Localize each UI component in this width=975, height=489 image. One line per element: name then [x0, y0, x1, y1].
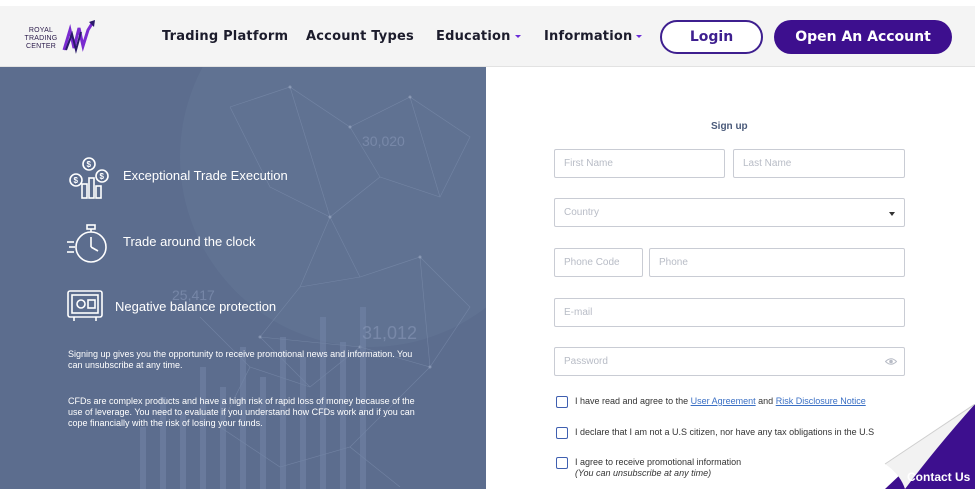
nav-trading-platform[interactable]: Trading Platform	[162, 29, 288, 44]
nav-account-types-label: Account Types	[306, 29, 414, 44]
bg-number-3: 31,012	[362, 323, 417, 343]
risk-disclosure-link[interactable]: Risk Disclosure Notice	[776, 396, 866, 406]
feature-trade-execution-label: Exceptional Trade Execution	[123, 168, 288, 183]
chevron-down-icon	[636, 35, 643, 38]
feature-trade-clock-label: Trade around the clock	[123, 234, 256, 249]
risk-warning-text: CFDs are complex products and have a hig…	[68, 396, 415, 428]
us-declaration-text: I declare that I am not a U.S citizen, n…	[575, 427, 875, 437]
phone-placeholder: Phone	[659, 257, 688, 268]
phone-field[interactable]: Phone	[649, 248, 905, 277]
feature-negative-balance-label: Negative balance protection	[115, 299, 277, 314]
promo-agree-label: I agree to receive promotional informati…	[575, 457, 742, 467]
money-bars-icon: $ $ $	[69, 157, 109, 199]
contact-us-label[interactable]: Contact Us	[907, 470, 970, 484]
signup-title: Sign up	[711, 121, 748, 132]
svg-text:$: $	[87, 160, 92, 169]
first-name-field[interactable]: First Name	[554, 149, 725, 178]
us-declaration-checkbox[interactable]	[556, 427, 568, 439]
email-placeholder: E-mail	[564, 307, 593, 318]
safe-icon	[67, 290, 103, 321]
last-name-placeholder: Last Name	[743, 158, 792, 169]
logo-chart-icon	[62, 20, 95, 54]
password-placeholder: Password	[564, 356, 608, 367]
eye-icon[interactable]	[885, 357, 897, 366]
brand-logo[interactable]: ROYAL TRADING CENTER	[20, 20, 100, 56]
nav-information-label: Information	[544, 29, 633, 44]
nav-education[interactable]: Education	[436, 29, 521, 44]
nav-account-types[interactable]: Account Types	[306, 29, 414, 44]
nav-information[interactable]: Information	[544, 29, 643, 44]
user-agreement-link[interactable]: User Agreement	[691, 396, 756, 406]
email-field[interactable]: E-mail	[554, 298, 905, 327]
last-name-field[interactable]: Last Name	[733, 149, 905, 178]
promo-info-text: Signing up gives you the opportunity to …	[68, 349, 413, 370]
promo-checkbox[interactable]	[556, 457, 568, 469]
login-button[interactable]: Login	[660, 20, 763, 54]
country-placeholder: Country	[564, 207, 600, 218]
svg-text:$: $	[100, 172, 105, 181]
nav-education-label: Education	[436, 29, 511, 44]
site-header: ROYAL TRADING CENTER Trading Platform Ac…	[0, 6, 975, 67]
promo-agree-text: I agree to receive promotional informati…	[575, 457, 741, 479]
agreement-middle: and	[758, 396, 774, 406]
country-select[interactable]: Country	[554, 198, 905, 227]
first-name-placeholder: First Name	[564, 158, 613, 169]
svg-text:$: $	[74, 176, 79, 185]
bg-number-1: 30,020	[362, 133, 405, 149]
agreement-text: I have read and agree to the User Agreem…	[575, 396, 866, 407]
phone-code-placeholder: Phone Code	[564, 257, 620, 268]
password-field[interactable]: Password	[554, 347, 905, 376]
agreement-checkbox[interactable]	[556, 396, 568, 408]
chevron-down-icon	[514, 35, 521, 38]
agreement-prefix: I have read and agree to the	[575, 396, 689, 406]
dropdown-caret-icon	[889, 212, 895, 216]
promo-agree-note: (You can unsubscribe at any time)	[575, 468, 712, 478]
open-account-button[interactable]: Open An Account	[774, 20, 952, 54]
phone-code-field[interactable]: Phone Code	[554, 248, 643, 277]
benefits-panel: 30,020 25,417 31,012 $ $ $ Exceptional Tra…	[0, 67, 486, 489]
stopwatch-icon	[67, 224, 107, 263]
nav-trading-platform-label: Trading Platform	[162, 29, 289, 44]
logo-text: ROYAL TRADING CENTER	[24, 27, 58, 50]
